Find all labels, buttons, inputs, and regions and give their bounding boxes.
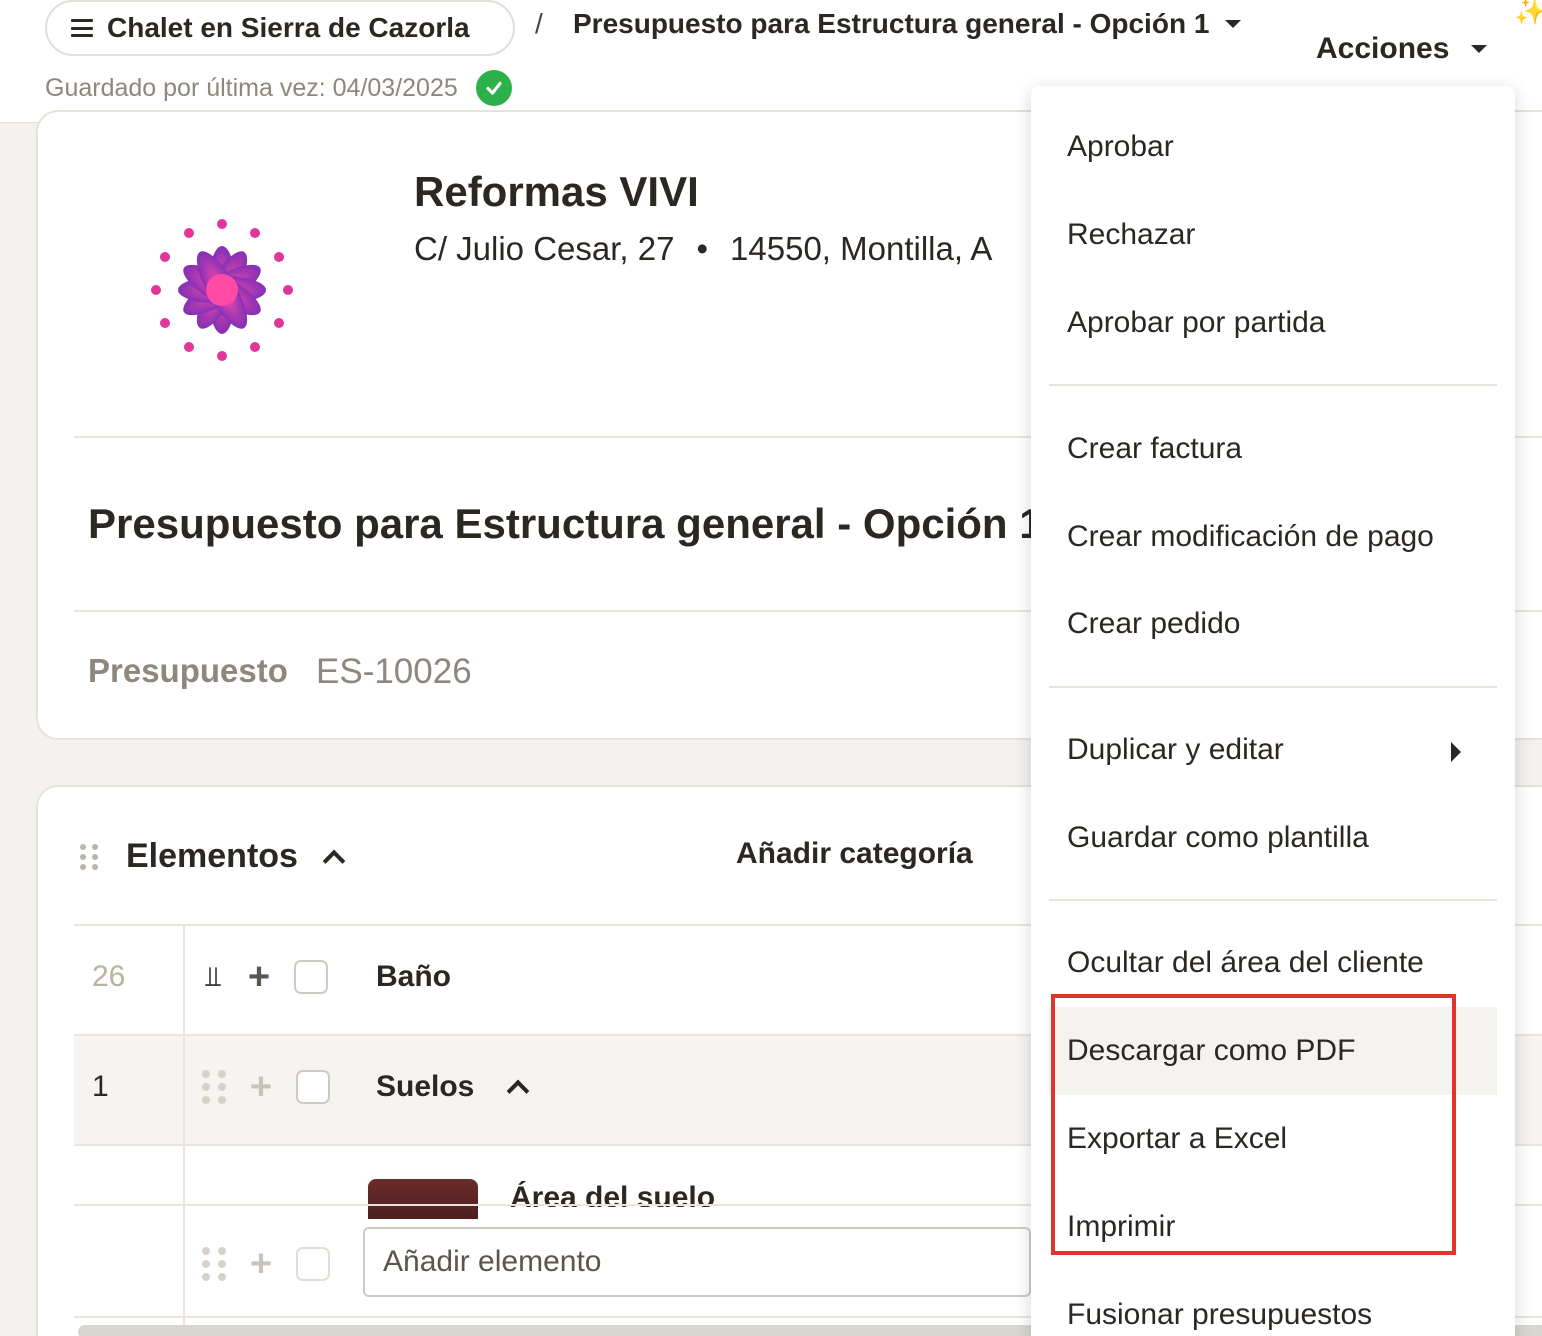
chevron-right-icon — [1451, 742, 1461, 762]
row-label: Baño — [376, 960, 451, 994]
elements-title: Elementos — [126, 837, 298, 875]
add-icon[interactable]: + — [248, 1068, 274, 1106]
row-checkbox[interactable] — [296, 1070, 330, 1104]
menu-item-fusionar-presupuestos[interactable]: Fusionar presupuestos — [1049, 1271, 1497, 1336]
row-checkbox[interactable] — [294, 960, 328, 994]
menu-item-crear-pedido[interactable]: Crear pedido — [1049, 580, 1497, 668]
row-tools: ⫫ + — [202, 958, 328, 996]
menu-item-rechazar[interactable]: Rechazar — [1049, 191, 1497, 279]
page-title: Presupuesto para Estructura general - Op… — [88, 500, 1043, 547]
chevron-up-icon[interactable] — [322, 849, 346, 872]
row-tools: + — [202, 1068, 330, 1106]
double-chevron-down-icon[interactable]: ⫫ — [202, 963, 224, 991]
saved-text: Guardado por última vez: 04/03/2025 — [45, 73, 458, 102]
actions-button[interactable]: Acciones — [1316, 32, 1488, 66]
menu-item-descargar-pdf[interactable]: Descargar como PDF — [1049, 1007, 1497, 1095]
elements-section-header: Elementos — [80, 837, 346, 876]
menu-item-aprobar-por-partida[interactable]: Aprobar por partida — [1049, 279, 1497, 367]
company-address: C/ Julio Cesar, 27 • 14550, Montilla, A — [414, 230, 992, 268]
item-thumbnail — [368, 1179, 478, 1219]
drag-handle-icon[interactable] — [202, 1247, 226, 1281]
add-icon[interactable]: + — [246, 958, 272, 996]
project-name: Chalet en Sierra de Cazorla — [107, 12, 470, 43]
breadcrumb-document-title: Presupuesto para Estructura general - Op… — [573, 8, 1210, 39]
column-divider — [183, 924, 185, 1336]
menu-divider — [1049, 899, 1497, 901]
project-selector-button[interactable]: Chalet en Sierra de Cazorla — [45, 0, 515, 56]
row-label: Suelos — [376, 1070, 530, 1104]
sparkle-icon[interactable]: ✨ — [1514, 0, 1542, 27]
document-title-dropdown[interactable]: Presupuesto para Estructura general - Op… — [573, 8, 1242, 40]
document-number: ES-10026 — [316, 652, 472, 691]
company-logo — [151, 219, 293, 361]
drag-handle-icon[interactable] — [80, 843, 98, 870]
menu-item-guardar-como-plantilla[interactable]: Guardar como plantilla — [1049, 794, 1497, 882]
add-category-button[interactable]: Añadir categoría — [736, 837, 973, 871]
actions-label: Acciones — [1316, 32, 1450, 65]
menu-item-label: Duplicar y editar — [1067, 733, 1284, 766]
menu-item-exportar-excel[interactable]: Exportar a Excel — [1049, 1095, 1497, 1183]
row-checkbox[interactable] — [296, 1247, 330, 1281]
menu-item-duplicar-y-editar[interactable]: Duplicar y editar — [1049, 706, 1497, 794]
add-icon[interactable]: + — [248, 1245, 274, 1283]
menu-item-imprimir[interactable]: Imprimir — [1049, 1183, 1497, 1271]
chevron-down-icon — [1225, 20, 1242, 28]
company-name: Reformas VIVI — [414, 168, 699, 215]
menu-item-ocultar-area-cliente[interactable]: Ocultar del área del cliente — [1049, 919, 1497, 1007]
chevron-up-icon[interactable] — [507, 1079, 530, 1103]
save-status: Guardado por última vez: 04/03/2025 — [45, 70, 512, 106]
drag-handle-icon[interactable] — [202, 1070, 226, 1104]
menu-item-crear-factura[interactable]: Crear factura — [1049, 405, 1497, 493]
menu-item-aprobar[interactable]: Aprobar — [1049, 103, 1497, 191]
menu-icon — [71, 19, 93, 37]
address-bullet: • — [696, 230, 709, 267]
row-tools: + — [202, 1245, 330, 1283]
row-number: 26 — [92, 960, 126, 993]
menu-item-crear-modificacion-pago[interactable]: Crear modificación de pago — [1049, 493, 1497, 581]
category-name: Suelos — [376, 1070, 475, 1103]
document-type-label: Presupuesto — [88, 652, 288, 689]
menu-divider — [1049, 686, 1497, 688]
check-circle-icon — [475, 70, 512, 106]
category-name: Baño — [376, 960, 451, 993]
address-street: C/ Julio Cesar, 27 — [414, 230, 675, 267]
menu-divider — [1049, 384, 1497, 386]
actions-menu: Aprobar Rechazar Aprobar por partida Cre… — [1031, 86, 1515, 1336]
address-city: 14550, Montilla, A — [730, 230, 993, 267]
add-item-input[interactable]: Añadir elemento — [363, 1227, 1031, 1297]
breadcrumb-separator: / — [535, 8, 543, 39]
row-number: 1 — [92, 1070, 109, 1103]
chevron-down-icon — [1471, 45, 1488, 53]
